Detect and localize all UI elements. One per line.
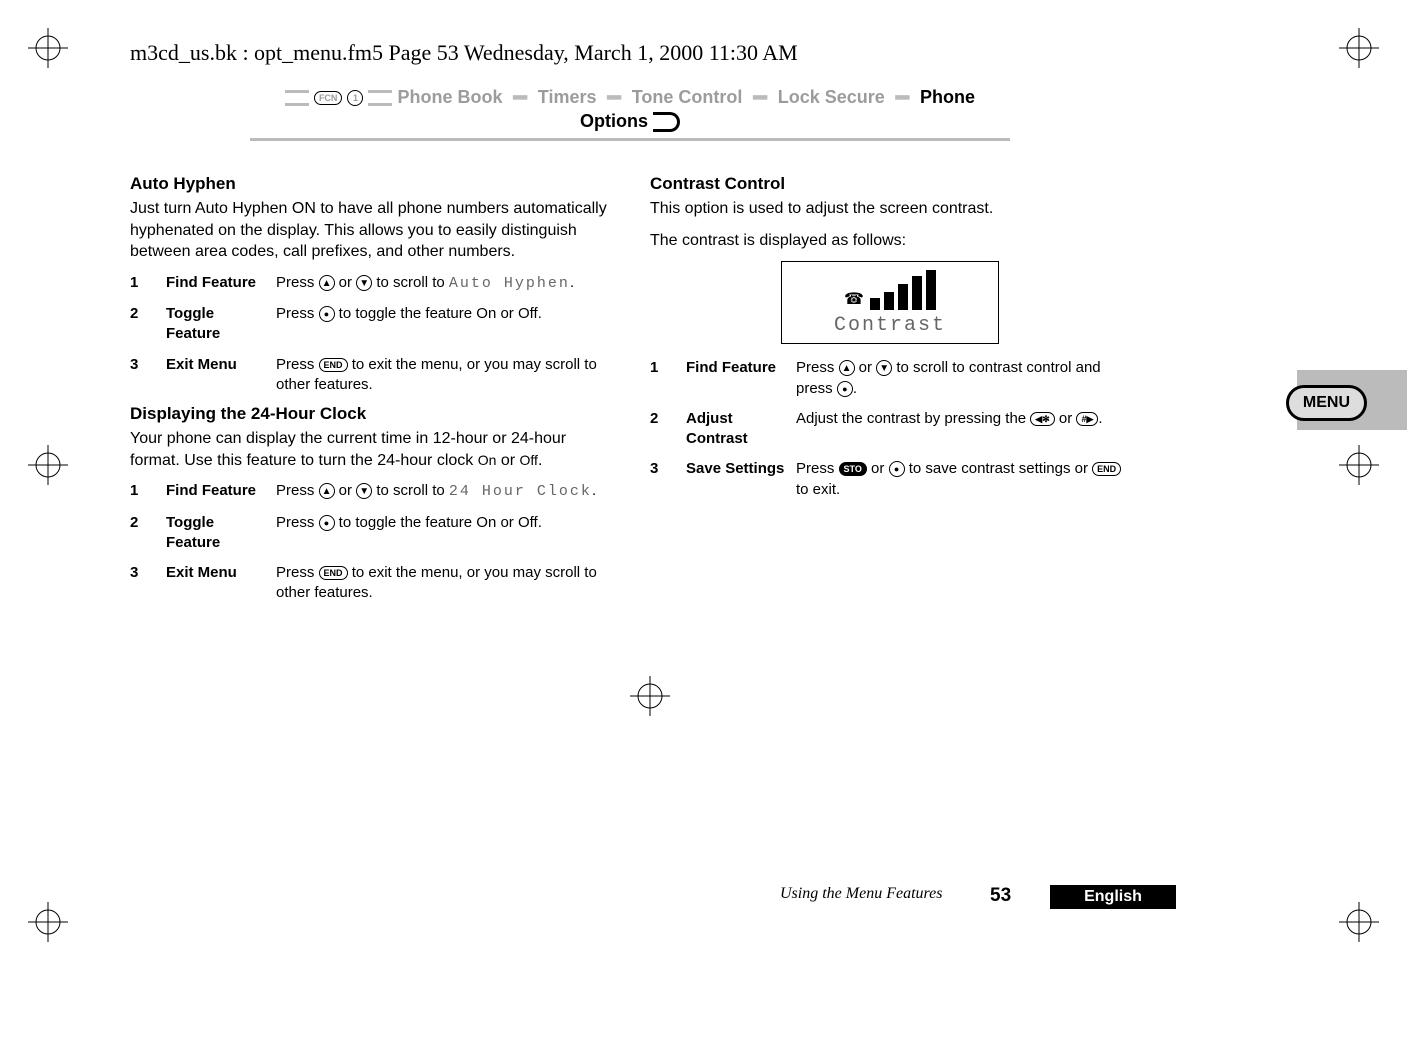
step-label: Find Feature <box>686 358 786 399</box>
step-text: Press END to exit the menu, or you may s… <box>276 355 610 396</box>
step-label: Find Feature <box>166 481 266 502</box>
section-heading-contrast: Contrast Control <box>650 173 1130 196</box>
page-header: m3cd_us.bk : opt_menu.fm5 Page 53 Wednes… <box>130 40 798 66</box>
right-column: Contrast Control This option is used to … <box>650 165 1130 603</box>
paragraph: Your phone can display the current time … <box>130 428 610 471</box>
sto-key-icon: STO <box>839 462 867 476</box>
step-text: Press END to exit the menu, or you may s… <box>276 563 610 604</box>
crop-mark-tl <box>28 28 68 68</box>
select-key-icon: ● <box>837 381 853 397</box>
select-key-icon: ● <box>319 515 335 531</box>
paragraph: Just turn Auto Hyphen ON to have all pho… <box>130 198 610 263</box>
contrast-bars-icon <box>870 270 936 310</box>
step-label: Find Feature <box>166 273 266 294</box>
step-number: 2 <box>130 513 156 554</box>
step-number: 1 <box>130 481 156 502</box>
scroll-up-icon <box>839 360 855 376</box>
scroll-down-icon <box>356 483 372 499</box>
step-text: Adjust the contrast by pressing the ◀✻ o… <box>796 409 1130 450</box>
step-text: Press ● to toggle the feature On or Off. <box>276 513 610 554</box>
steps-contrast: 1 Find Feature Press or to scroll to con… <box>650 358 1130 500</box>
step-label: Save Settings <box>686 459 786 500</box>
step-label: Toggle Feature <box>166 304 266 345</box>
strip-sep-icon: ━ <box>896 85 909 110</box>
one-key-icon: 1 <box>347 90 363 106</box>
scroll-down-icon <box>876 360 892 376</box>
footer-language-badge: English <box>1050 885 1176 909</box>
step-text: Press or to scroll to contrast control a… <box>796 358 1130 399</box>
select-key-icon: ● <box>889 461 905 477</box>
step-label: Exit Menu <box>166 355 266 396</box>
crop-mark-bl <box>28 902 68 942</box>
strip-sep-icon: ━ <box>608 85 621 110</box>
strip-item: Timers <box>538 87 597 107</box>
step-number: 1 <box>650 358 676 399</box>
step-label: Exit Menu <box>166 563 266 604</box>
step-label: Toggle Feature <box>166 513 266 554</box>
star-key-icon: ◀✻ <box>1030 412 1054 426</box>
crop-mark-br <box>1339 902 1379 942</box>
step-number: 3 <box>650 459 676 500</box>
menu-badge: MENU <box>1286 385 1367 421</box>
paragraph: The contrast is displayed as follows: <box>650 230 1130 252</box>
left-column: Auto Hyphen Just turn Auto Hyphen ON to … <box>130 165 610 603</box>
end-key-icon: END <box>1092 462 1121 476</box>
step-number: 2 <box>130 304 156 345</box>
section-heading-24h: Displaying the 24-Hour Clock <box>130 403 610 426</box>
lcd-text: 24 Hour Clock <box>449 483 592 500</box>
strip-item: Phone Book <box>397 87 502 107</box>
scroll-up-icon <box>319 275 335 291</box>
step-number: 3 <box>130 563 156 604</box>
crop-mark-tr <box>1339 28 1379 68</box>
end-key-icon: END <box>319 566 348 580</box>
strip-item: Tone Control <box>632 87 743 107</box>
select-key-icon: ● <box>319 306 335 322</box>
footer-page-number: 53 <box>990 885 1011 907</box>
scroll-up-icon <box>319 483 335 499</box>
strip-sep-icon: ━ <box>514 85 527 110</box>
lcd-label: Contrast <box>800 312 980 339</box>
footer-title: Using the Menu Features <box>780 885 942 903</box>
scroll-down-icon <box>356 275 372 291</box>
paragraph: This option is used to adjust the screen… <box>650 198 1130 220</box>
step-label: Adjust Contrast <box>686 409 786 450</box>
step-text: Press ● to toggle the feature On or Off. <box>276 304 610 345</box>
step-text: Press or to scroll to 24 Hour Clock. <box>276 481 610 502</box>
crop-mark-ml <box>28 445 68 485</box>
lcd-text: Auto Hyphen <box>449 275 570 292</box>
step-number: 2 <box>650 409 676 450</box>
step-text: Press or to scroll to Auto Hyphen. <box>276 273 610 294</box>
fcn-key-icon: FCN <box>314 91 343 105</box>
crop-mark-bm <box>630 676 670 716</box>
hash-key-icon: #▶ <box>1076 412 1098 426</box>
strip-item: Lock Secure <box>778 87 885 107</box>
step-text: Press STO or ● to save contrast settings… <box>796 459 1130 500</box>
strip-sep-icon: ━ <box>753 85 766 110</box>
step-number: 3 <box>130 355 156 396</box>
menu-strip: FCN 1 Phone Book ━ Timers ━ Tone Control… <box>250 85 1010 141</box>
crop-mark-mr <box>1339 445 1379 485</box>
step-number: 1 <box>130 273 156 294</box>
lcd-contrast-display: ☎ Contrast <box>781 261 999 344</box>
steps-auto-hyphen: 1 Find Feature Press or to scroll to Aut… <box>130 273 610 395</box>
section-heading-auto-hyphen: Auto Hyphen <box>130 173 610 196</box>
end-key-icon: END <box>319 358 348 372</box>
steps-24h: 1 Find Feature Press or to scroll to 24 … <box>130 481 610 603</box>
phone-icon: ☎ <box>844 289 864 311</box>
